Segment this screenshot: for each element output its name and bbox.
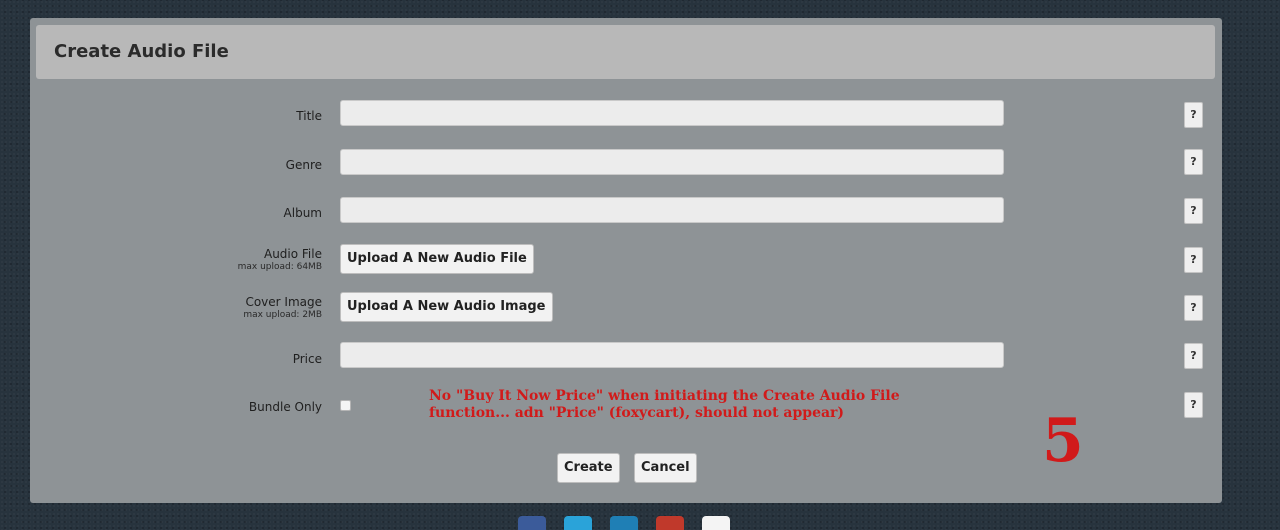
audio-file-label-text: Audio File	[263, 247, 322, 261]
title-help-button[interactable]: ?	[1184, 102, 1203, 128]
cover-image-label: Cover Image max upload: 2MB	[243, 295, 322, 321]
cancel-button[interactable]: Cancel	[634, 453, 697, 483]
footer-social-icons	[518, 516, 730, 530]
social-icon-1[interactable]	[518, 516, 546, 530]
album-input[interactable]	[340, 197, 1004, 223]
price-help-button[interactable]: ?	[1184, 343, 1203, 369]
annotation-note-line-2: function... adn "Price" (foxycart), shou…	[429, 405, 845, 421]
bundle-only-help-button[interactable]: ?	[1184, 392, 1203, 418]
audio-file-help-button[interactable]: ?	[1184, 247, 1203, 273]
price-input[interactable]	[340, 342, 1004, 368]
genre-label: Genre	[285, 158, 322, 172]
audio-file-max-upload: max upload: 64MB	[237, 262, 322, 272]
cover-image-max-upload: max upload: 2MB	[243, 310, 322, 320]
annotation-number: 5	[1042, 406, 1084, 476]
social-icon-5[interactable]	[702, 516, 730, 530]
title-input[interactable]	[340, 100, 1004, 126]
album-label: Album	[283, 206, 322, 220]
create-audio-file-panel: Create Audio File Title ? Genre ? Album …	[30, 18, 1222, 503]
title-label: Title	[296, 109, 322, 123]
genre-input[interactable]	[340, 149, 1004, 175]
cover-image-help-button[interactable]: ?	[1184, 295, 1203, 321]
genre-help-button[interactable]: ?	[1184, 149, 1203, 175]
cover-image-label-text: Cover Image	[245, 295, 322, 309]
upload-audio-file-button[interactable]: Upload A New Audio File	[340, 244, 534, 274]
panel-title: Create Audio File	[54, 41, 229, 62]
create-button[interactable]: Create	[557, 453, 620, 483]
annotation-note-line-1: No "Buy It Now Price" when initiating th…	[429, 388, 900, 404]
price-label: Price	[292, 352, 322, 366]
bundle-only-label: Bundle Only	[248, 400, 322, 414]
audio-file-label: Audio File max upload: 64MB	[238, 247, 322, 273]
social-icon-2[interactable]	[564, 516, 592, 530]
social-icon-3[interactable]	[610, 516, 638, 530]
social-icon-4[interactable]	[656, 516, 684, 530]
album-help-button[interactable]: ?	[1184, 198, 1203, 224]
panel-header: Create Audio File	[36, 25, 1215, 79]
annotation-note: No "Buy It Now Price" when initiating th…	[429, 388, 989, 422]
bundle-only-checkbox[interactable]	[340, 400, 351, 411]
upload-audio-image-button[interactable]: Upload A New Audio Image	[340, 292, 553, 322]
